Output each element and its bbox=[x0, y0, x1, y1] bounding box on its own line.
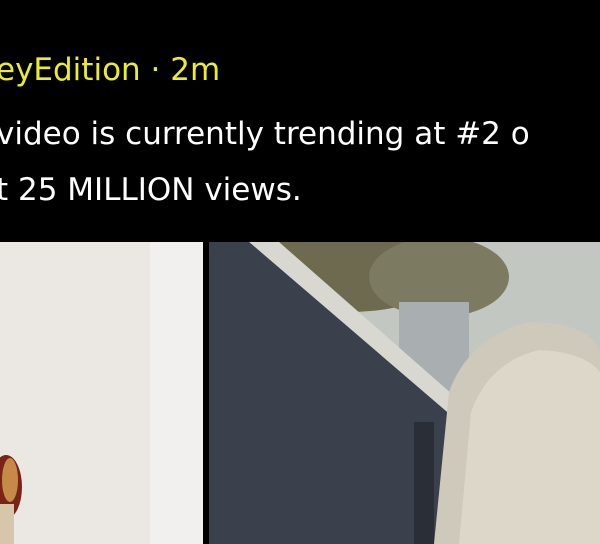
post-text-line-2: t 25 MILLION views. bbox=[0, 172, 302, 208]
post-byline: eyEdition · 2m bbox=[0, 50, 220, 90]
post-timestamp[interactable]: 2m bbox=[170, 52, 220, 88]
right-photo-art bbox=[209, 242, 600, 544]
author-name[interactable]: eyEdition bbox=[0, 52, 141, 88]
post-header: eyEdition · 2m video is currently trendi… bbox=[0, 0, 600, 242]
media-image-right[interactable] bbox=[209, 242, 600, 544]
media-image-left[interactable] bbox=[0, 242, 203, 544]
post-text: video is currently trending at #2 o t 25… bbox=[0, 106, 600, 218]
post-text-line-1: video is currently trending at #2 o bbox=[0, 116, 530, 152]
byline-separator: · bbox=[150, 52, 161, 88]
media-grid bbox=[0, 242, 600, 544]
left-photo-art bbox=[0, 242, 203, 544]
